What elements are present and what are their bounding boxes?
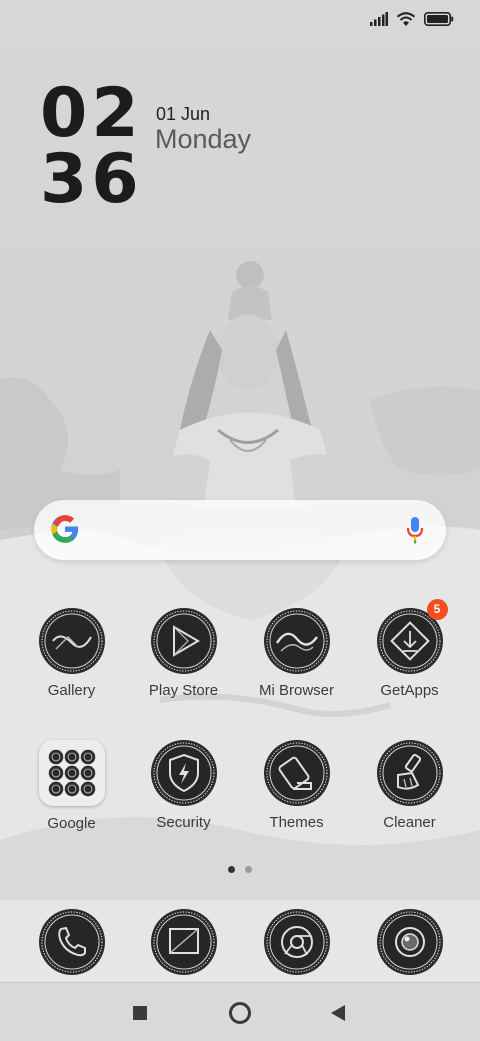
messages-icon[interactable] <box>150 908 218 976</box>
signal-icon <box>370 11 388 31</box>
status-bar <box>370 8 454 34</box>
app-label: Google <box>47 815 96 832</box>
app-cleaner[interactable]: Cleaner <box>353 739 466 831</box>
day-text[interactable]: Monday <box>155 124 251 155</box>
dock-phone[interactable] <box>15 908 128 976</box>
app-label: Gallery <box>47 682 96 699</box>
google-g-icon <box>50 514 80 549</box>
back-icon[interactable] <box>330 1004 346 1027</box>
themes-icon[interactable] <box>263 739 331 807</box>
page-dot-active[interactable] <box>228 866 235 873</box>
app-security[interactable]: Security <box>127 739 240 831</box>
folder-icon[interactable] <box>38 740 106 808</box>
app-label: Play Store <box>148 682 219 699</box>
app-label: GetApps <box>380 682 439 699</box>
page-dot[interactable] <box>245 866 252 873</box>
navigation-bar <box>0 982 480 1041</box>
dock-chrome[interactable] <box>240 908 353 976</box>
phone-icon[interactable] <box>38 908 106 976</box>
getapps-icon[interactable]: 5 <box>376 599 448 675</box>
app-label: Security <box>156 814 211 831</box>
home-icon[interactable] <box>228 1001 252 1030</box>
app-mi-browser[interactable]: Mi Browser <box>240 607 353 699</box>
dock-camera[interactable] <box>353 908 466 976</box>
app-getapps[interactable]: 5 GetApps <box>353 599 466 699</box>
date-text[interactable]: 01 Jun <box>156 104 210 125</box>
google-search-bar[interactable] <box>34 500 446 560</box>
mic-icon[interactable] <box>406 516 424 549</box>
battery-icon <box>424 11 454 31</box>
dock-messages[interactable] <box>127 908 240 976</box>
app-google-folder[interactable]: Google <box>15 739 128 832</box>
app-themes[interactable]: Themes <box>240 739 353 831</box>
gallery-icon[interactable] <box>38 607 106 675</box>
app-play-store[interactable]: Play Store <box>127 607 240 699</box>
clock-minutes[interactable]: 36 <box>40 146 143 214</box>
app-label: Cleaner <box>383 814 436 831</box>
page-indicator[interactable] <box>228 866 252 873</box>
camera-icon[interactable] <box>376 908 444 976</box>
chrome-icon[interactable] <box>263 908 331 976</box>
browser-icon[interactable] <box>263 607 331 675</box>
cleaner-icon[interactable] <box>376 739 444 807</box>
notification-badge: 5 <box>426 599 448 620</box>
play-store-icon[interactable] <box>150 607 218 675</box>
recents-icon[interactable] <box>132 1005 148 1026</box>
security-icon[interactable] <box>150 739 218 807</box>
wifi-icon <box>396 11 416 32</box>
clock-hours[interactable]: 02 <box>40 80 143 148</box>
app-label: Mi Browser <box>258 682 334 699</box>
app-gallery[interactable]: Gallery <box>15 607 128 699</box>
app-label: Themes <box>269 814 324 831</box>
